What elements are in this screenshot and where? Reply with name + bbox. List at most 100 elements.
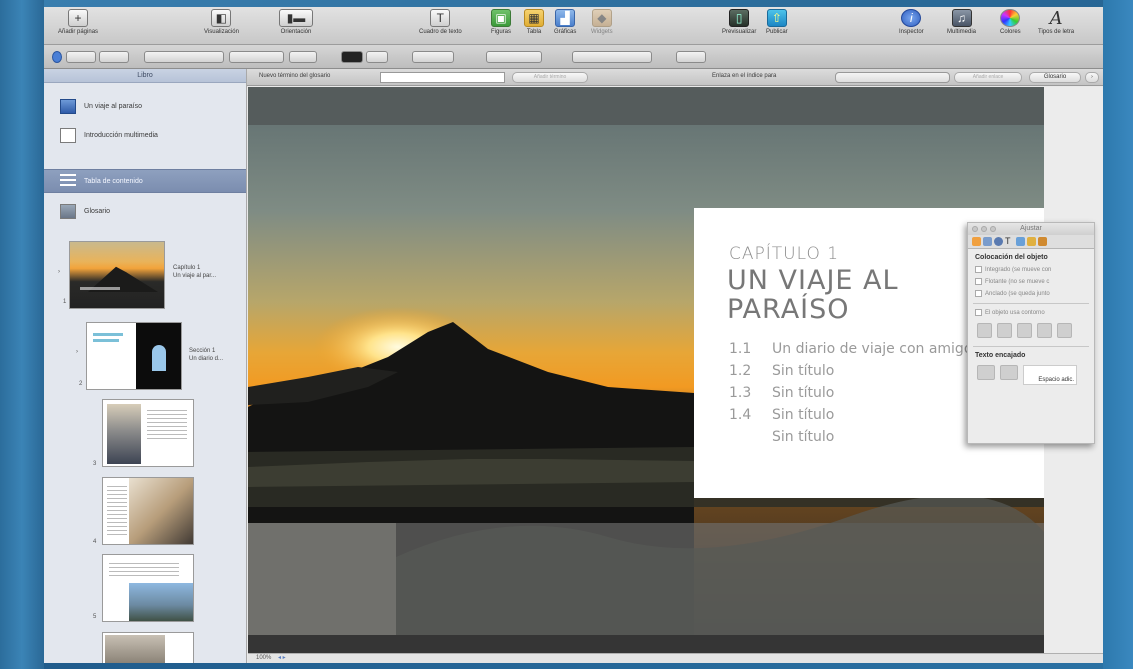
shapes-button[interactable]: ▣ Figuras xyxy=(491,9,511,35)
extra-space-field[interactable]: Espacio adic. xyxy=(1023,365,1077,385)
line-spacing-control[interactable] xyxy=(572,51,652,63)
page-thumbnail-2[interactable] xyxy=(86,322,182,390)
add-pages-button[interactable]: + Añadir páginas xyxy=(58,9,98,35)
desktop-background-right xyxy=(1103,0,1133,669)
widgets-button[interactable]: ◆ Widgets xyxy=(591,9,613,35)
font-family-select[interactable] xyxy=(144,51,224,63)
text-wrap-buttons: Espacio adic. xyxy=(968,365,1094,385)
page-navigation-arrows-icon[interactable]: ◂ ▸ xyxy=(278,654,286,661)
font-style-select[interactable] xyxy=(229,51,284,63)
inspector-titlebar[interactable]: Ajustar xyxy=(968,223,1094,235)
toc-number: 1.2 xyxy=(729,363,752,379)
link-term-select[interactable] xyxy=(835,72,950,83)
page-number: 3 xyxy=(93,461,97,467)
page-thumbnail-5[interactable] xyxy=(102,554,194,622)
publish-button[interactable]: ⇧ Publicar xyxy=(766,9,788,35)
zoom-button[interactable] xyxy=(990,226,996,232)
floating-label: Flotante (no se mueve c xyxy=(985,278,1050,285)
thumbnail-text xyxy=(109,563,179,579)
wrap-right-button[interactable] xyxy=(1057,323,1072,338)
table-button[interactable]: ▦ Tabla xyxy=(524,9,544,35)
highlight-color-well[interactable] xyxy=(366,51,388,63)
text-color-well[interactable] xyxy=(341,51,363,63)
inspector-button[interactable]: i Inspector xyxy=(899,9,924,35)
metrics-tab-icon[interactable] xyxy=(1027,237,1036,246)
text-box-button[interactable]: T Cuadro de texto xyxy=(419,9,462,35)
list-button[interactable] xyxy=(99,51,129,63)
page-thumbnail-3[interactable] xyxy=(102,399,194,467)
table-tab-icon[interactable] xyxy=(1038,237,1047,246)
wrap-none-button[interactable] xyxy=(977,323,992,338)
wrap-type-button[interactable] xyxy=(1000,365,1018,380)
columns-control[interactable] xyxy=(676,51,706,63)
shapes-label: Figuras xyxy=(491,29,512,35)
page-thumbnail-1[interactable] xyxy=(69,241,165,309)
layout-tab-icon[interactable] xyxy=(983,237,992,246)
inline-option[interactable]: Integrado (se mueve con xyxy=(968,266,1094,273)
new-term-input[interactable] xyxy=(380,72,505,83)
charts-button[interactable]: ▟ Gráficas xyxy=(554,9,576,35)
radio-anchored[interactable] xyxy=(975,290,982,297)
wrap-above-below-button[interactable] xyxy=(1017,323,1032,338)
style-button[interactable] xyxy=(66,51,96,63)
page-canvas[interactable]: CAPÍTULO 1 UN VIAJE AL PARAÍSO 1.1 Un di… xyxy=(248,87,1044,653)
document-tab-icon[interactable] xyxy=(972,237,981,246)
add-link-button[interactable]: Añadir enlace xyxy=(954,72,1022,83)
style-drawer-toggle[interactable] xyxy=(52,51,62,63)
graphic-tab-icon[interactable] xyxy=(1016,237,1025,246)
chevron-right-icon[interactable]: › xyxy=(1085,72,1099,83)
chapter-label[interactable]: CAPÍTULO 1 xyxy=(729,244,839,264)
page-thumbnail-4[interactable] xyxy=(102,477,194,545)
add-term-button[interactable]: Añadir término xyxy=(512,72,588,83)
media-button[interactable]: ♫ Multimedia xyxy=(947,9,976,35)
chapter-title[interactable]: UN VIAJE AL PARAÍSO xyxy=(727,266,899,324)
contour-checkbox[interactable] xyxy=(975,309,982,316)
thumbnail-image xyxy=(105,635,165,663)
text-style-buttons[interactable] xyxy=(412,51,454,63)
object-position-heading: Colocación del objeto xyxy=(975,254,1048,261)
font-icon: A xyxy=(1049,7,1063,29)
page-thumbnail-6[interactable] xyxy=(102,632,194,663)
anchored-option[interactable]: Anclado (se queda junto xyxy=(968,290,1094,297)
alignment-buttons[interactable] xyxy=(486,51,542,63)
thumbnail-text xyxy=(93,333,123,336)
zoom-level-select[interactable]: 100% xyxy=(256,655,271,661)
ibooks-author-window: + Añadir páginas ◧ Visualización ▮▬ Orie… xyxy=(44,7,1103,663)
radio-inline[interactable] xyxy=(975,266,982,273)
wrap-around-button[interactable] xyxy=(997,323,1012,338)
glossary-button[interactable]: Glosario xyxy=(1029,72,1081,83)
close-button[interactable] xyxy=(972,226,978,232)
floating-option[interactable]: Flotante (no se mueve c xyxy=(968,278,1094,285)
main-toolbar: + Añadir páginas ◧ Visualización ▮▬ Orie… xyxy=(44,7,1103,45)
sidebar-item-intro-media[interactable]: Introducción multimedia xyxy=(44,123,246,147)
toc-icon xyxy=(60,173,76,189)
table-label: Tabla xyxy=(526,29,542,35)
book-icon xyxy=(60,98,76,114)
sidebar-item-book-title[interactable]: Un viaje al paraíso xyxy=(44,94,246,118)
wrap-left-button[interactable] xyxy=(1037,323,1052,338)
info-icon: i xyxy=(901,9,922,27)
colors-button[interactable]: Colores xyxy=(1000,9,1021,35)
fonts-button[interactable]: A Tipos de letra xyxy=(1038,7,1074,36)
publish-label: Publicar xyxy=(766,29,788,35)
disclosure-triangle-icon[interactable]: › xyxy=(76,349,78,355)
sidebar-item-glossary[interactable]: Glosario xyxy=(44,199,246,223)
colors-label: Colores xyxy=(1000,29,1021,35)
chart-icon: ▟ xyxy=(555,9,576,27)
wrap-type-button[interactable] xyxy=(977,365,995,380)
radio-floating[interactable] xyxy=(975,278,982,285)
wrap-tab-icon[interactable] xyxy=(994,237,1003,246)
disclosure-triangle-icon[interactable]: › xyxy=(58,269,60,275)
contour-option[interactable]: El objeto usa contorno xyxy=(968,309,1094,316)
sidebar-item-toc[interactable]: Tabla de contenido xyxy=(44,169,246,193)
view-button[interactable]: ◧ Visualización xyxy=(204,9,239,35)
minimize-button[interactable] xyxy=(981,226,987,232)
preview-button[interactable]: ▯ Previsualizar xyxy=(722,9,756,35)
orientation-button[interactable]: ▮▬ Orientación xyxy=(279,9,313,35)
sidebar-item-label: Glosario xyxy=(84,207,111,215)
page-number: 2 xyxy=(79,381,83,387)
font-size-field[interactable] xyxy=(289,51,317,63)
page-number: 4 xyxy=(93,539,97,545)
toc-text: Sin título xyxy=(772,385,835,401)
text-tab-icon[interactable]: T xyxy=(1005,237,1014,246)
